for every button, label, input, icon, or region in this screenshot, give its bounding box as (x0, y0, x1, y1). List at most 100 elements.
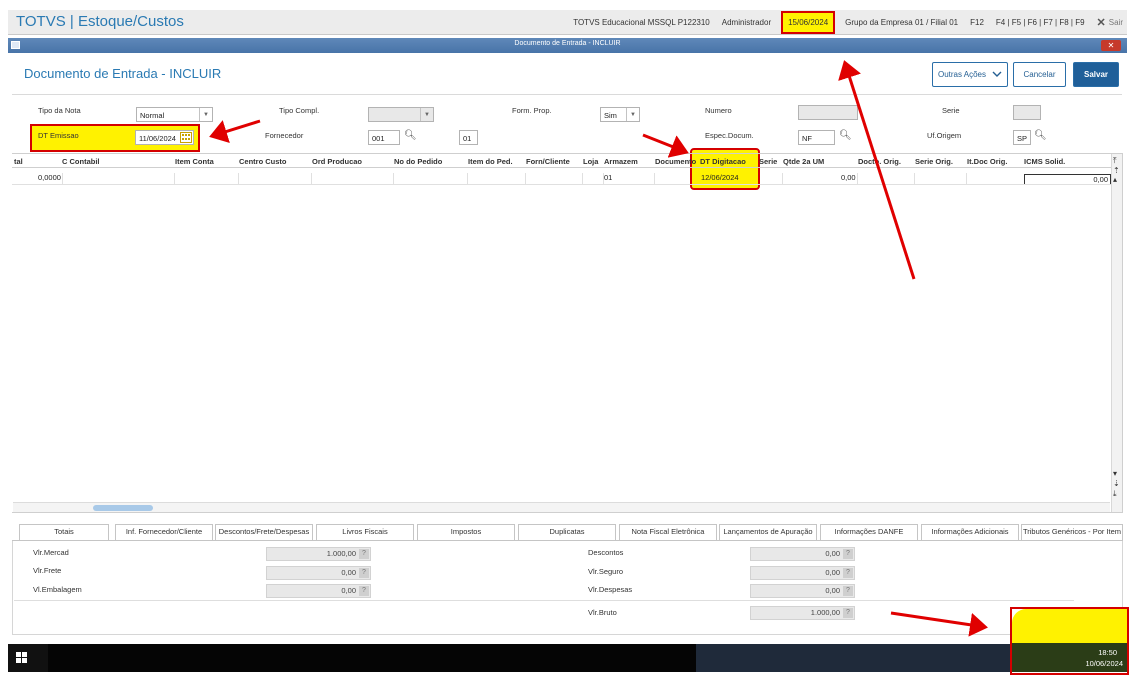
tab-informacoes-danfe[interactable]: Informações DANFE (820, 524, 918, 540)
help-icon[interactable]: ? (843, 586, 853, 596)
numero-field[interactable] (798, 105, 858, 120)
column-header[interactable]: ICMS Solid. (1024, 157, 1065, 166)
divider (14, 600, 1074, 601)
uf-origem-field[interactable]: SP (1013, 130, 1031, 145)
armazem-cell[interactable]: 01 (604, 173, 612, 182)
vl-embalagem-value: 0,00 (341, 586, 356, 595)
vlr-mercad-label: Vlr.Mercad (33, 548, 69, 557)
fornecedor-loja-field[interactable]: 01 (459, 130, 478, 145)
tab-nfe[interactable]: Nota Fiscal Eletrônica (619, 524, 717, 540)
vlr-bruto-field: 1.000,00? (750, 606, 855, 620)
window-titlebar: Documento de Entrada - INCLUIR ✕ (8, 38, 1127, 53)
espec-docum-field[interactable]: NF (798, 130, 835, 145)
form-prop-select[interactable]: Sim ▼ (600, 107, 640, 122)
column-header[interactable]: Item Conta (175, 157, 214, 166)
column-header[interactable]: Loja (583, 157, 598, 166)
tab-duplicatas[interactable]: Duplicatas (518, 524, 616, 540)
column-header[interactable]: Documento (655, 157, 696, 166)
tab-tributos-genericos[interactable]: Tributos Genéricos - Por Item (1021, 524, 1123, 540)
column-header[interactable]: Docto. Orig. (858, 157, 901, 166)
column-header[interactable]: Serie (759, 157, 777, 166)
scroll-up-icon[interactable]: ⇡ (1113, 167, 1120, 175)
help-icon[interactable]: ? (359, 549, 369, 559)
fornecedor-label: Fornecedor (265, 131, 304, 140)
vertical-scrollbar[interactable]: ⤒ ⇡ ▴ ▾ ⇣ ⤓ (1111, 154, 1122, 512)
column-header[interactable]: It.Doc Orig. (967, 157, 1007, 166)
column-header[interactable]: Forn/Cliente (526, 157, 570, 166)
vlr-despesas-field[interactable]: 0,00? (750, 584, 855, 598)
vl-embalagem-field[interactable]: 0,00? (266, 584, 371, 598)
dt-digitacao-cell[interactable]: 12/06/2024 (701, 173, 739, 182)
total-cell[interactable]: 0,0000 (38, 173, 61, 182)
clock-time[interactable]: 18:50 (1098, 648, 1117, 657)
descontos-field[interactable]: 0,00? (750, 547, 855, 561)
vlr-seguro-value: 0,00 (825, 568, 840, 577)
logout-button[interactable]: ✕ Sair (1097, 16, 1123, 29)
vlr-mercad-field: 1.000,00? (266, 547, 371, 561)
tab-informacoes-adicionais[interactable]: Informações Adicionais (921, 524, 1019, 540)
clock-date[interactable]: 10/06/2024 (1085, 659, 1123, 668)
scroll-down-small-icon[interactable]: ▾ (1113, 470, 1117, 478)
horizontal-scrollbar[interactable] (13, 502, 1110, 512)
column-header[interactable]: tal (14, 157, 23, 166)
fornecedor-code: 001 (372, 134, 385, 143)
more-actions-button[interactable]: Outras Ações (932, 62, 1008, 87)
help-icon[interactable]: ? (843, 549, 853, 559)
help-icon[interactable]: ? (359, 586, 369, 596)
column-header[interactable]: No do Pedido (394, 157, 442, 166)
search-icon[interactable]: 🔍︎ (404, 130, 417, 141)
search-icon[interactable]: 🔍︎ (839, 130, 852, 141)
scroll-thumb[interactable] (93, 505, 153, 511)
tipo-compl-select[interactable]: ▼ (368, 107, 434, 122)
column-header[interactable]: Item do Ped. (468, 157, 513, 166)
dropdown-arrow-icon: ▼ (420, 108, 433, 121)
dropdown-arrow-icon: ▼ (199, 108, 212, 121)
help-icon[interactable]: ? (359, 568, 369, 578)
tab-inf-fornecedor[interactable]: Inf. Fornecedor/Cliente (115, 524, 213, 540)
tipo-nota-select[interactable]: Normal ▼ (136, 107, 213, 122)
column-header[interactable]: Serie Orig. (915, 157, 953, 166)
scroll-down-icon[interactable]: ⇣ (1113, 480, 1120, 488)
column-header[interactable]: DT Digitacao (700, 157, 746, 166)
chevron-down-icon (992, 71, 1002, 77)
function-shortcuts[interactable]: F4 | F5 | F6 | F7 | F8 | F9 (996, 18, 1085, 27)
calendar-icon[interactable] (180, 132, 192, 143)
scroll-bottom-icon[interactable]: ⤓ (1113, 490, 1117, 498)
vlr-seguro-field[interactable]: 0,00? (750, 566, 855, 580)
scroll-up-small-icon[interactable]: ▴ (1113, 176, 1117, 184)
scroll-top-icon[interactable]: ⤒ (1113, 157, 1117, 165)
taskbar-search-area[interactable] (48, 644, 696, 672)
help-icon[interactable]: ? (843, 568, 853, 578)
system-date[interactable]: 15/06/2024 (781, 11, 836, 34)
column-header[interactable]: Qtde 2a UM (783, 157, 824, 166)
espec-docum-value: NF (802, 134, 812, 143)
vlr-despesas-label: Vlr.Despesas (588, 585, 633, 594)
items-grid[interactable]: tal C Contabil Item Conta Centro Custo O… (12, 153, 1123, 513)
column-header[interactable]: C Contabil (62, 157, 100, 166)
qtde-2a-um-cell[interactable]: 0,00 (841, 173, 856, 182)
vlr-despesas-value: 0,00 (825, 586, 840, 595)
vlr-frete-field[interactable]: 0,00? (266, 566, 371, 580)
column-header[interactable]: Centro Custo (239, 157, 287, 166)
tab-lancamentos[interactable]: Lançamentos de Apuração (719, 524, 817, 540)
serie-label: Serie (942, 106, 960, 115)
tab-livros-fiscais[interactable]: Livros Fiscais (316, 524, 414, 540)
serie-field[interactable] (1013, 105, 1041, 120)
column-header[interactable]: Armazem (604, 157, 638, 166)
f12-shortcut[interactable]: F12 (970, 18, 984, 27)
search-icon[interactable]: 🔍︎ (1034, 130, 1047, 141)
fornecedor-code-field[interactable]: 001 (368, 130, 400, 145)
window-close-button[interactable]: ✕ (1101, 40, 1121, 51)
tab-descontos[interactable]: Descontos/Frete/Despesas (215, 524, 313, 540)
help-icon[interactable]: ? (843, 608, 853, 618)
column-header[interactable]: Ord Producao (312, 157, 362, 166)
company-label[interactable]: Grupo da Empresa 01 / Filial 01 (845, 18, 958, 27)
app-header: TOTVS | Estoque/Custos TOTVS Educacional… (8, 10, 1127, 35)
cancel-button[interactable]: Cancelar (1013, 62, 1066, 87)
tab-totais[interactable]: Totais (19, 524, 109, 540)
user-label[interactable]: Administrador (722, 18, 771, 27)
windows-start-icon[interactable] (16, 652, 27, 663)
arrow-to-dt-digitacao (642, 133, 689, 158)
tab-impostos[interactable]: Impostos (417, 524, 515, 540)
save-button[interactable]: Salvar (1073, 62, 1119, 87)
